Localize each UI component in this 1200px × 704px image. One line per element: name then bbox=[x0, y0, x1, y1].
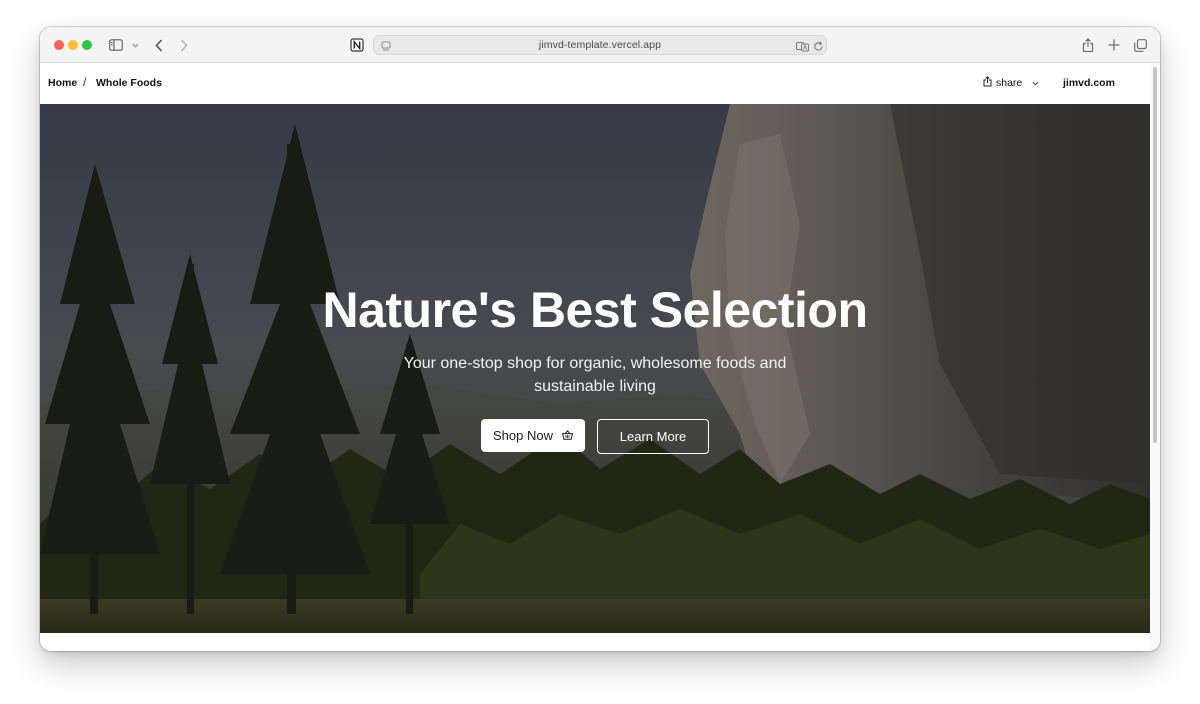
back-icon[interactable] bbox=[153, 36, 165, 54]
hero-subtitle: Your one-stop shop for organic, wholesom… bbox=[403, 355, 787, 395]
site-header: Home / Whole Foods share jimvd.com bbox=[40, 63, 1150, 104]
basket-icon bbox=[561, 428, 574, 443]
learn-more-button[interactable]: Learn More bbox=[597, 419, 709, 454]
breadcrumb-current-page[interactable]: Whole Foods bbox=[96, 77, 162, 89]
sidebar-icon[interactable] bbox=[108, 36, 124, 54]
page-scrollbar[interactable] bbox=[1150, 63, 1160, 651]
site-home-link[interactable]: jimvd.com bbox=[1063, 77, 1115, 89]
share-label: share bbox=[996, 77, 1023, 89]
page-viewport: Home / Whole Foods share jimvd.com Natur… bbox=[40, 63, 1160, 651]
breadcrumb-home[interactable]: Home bbox=[48, 77, 77, 89]
notion-icon[interactable] bbox=[349, 36, 365, 54]
chevron-down-icon bbox=[1032, 77, 1039, 89]
reload-icon[interactable] bbox=[813, 39, 824, 57]
shop-now-label: Shop Now bbox=[493, 428, 553, 443]
learn-more-label: Learn More bbox=[619, 429, 687, 444]
breadcrumb-separator: / bbox=[83, 75, 87, 89]
maximize-window-button[interactable] bbox=[82, 40, 92, 50]
minimize-window-button[interactable] bbox=[68, 40, 78, 50]
shop-now-button[interactable]: Shop Now bbox=[481, 419, 585, 452]
tabs-overview-icon[interactable] bbox=[1133, 36, 1147, 54]
new-tab-icon[interactable] bbox=[1107, 36, 1121, 54]
url-text: jimvd-template.vercel.app bbox=[538, 39, 662, 51]
scrollbar-thumb[interactable] bbox=[1153, 67, 1157, 443]
share-menu-button[interactable]: share bbox=[983, 76, 1039, 90]
close-window-button[interactable] bbox=[54, 40, 64, 50]
forward-icon[interactable] bbox=[178, 36, 190, 54]
hero-section: Nature's Best Selection Your one-stop sh… bbox=[40, 104, 1150, 633]
chevron-down-icon[interactable] bbox=[131, 36, 139, 54]
hero-title: Nature's Best Selection bbox=[322, 282, 868, 338]
browser-window: jimvd-template.vercel.app Home / Whole F… bbox=[40, 27, 1160, 651]
browser-toolbar: jimvd-template.vercel.app bbox=[40, 27, 1160, 63]
address-bar[interactable]: jimvd-template.vercel.app bbox=[373, 35, 827, 55]
translate-icon[interactable] bbox=[796, 39, 809, 57]
share-icon[interactable] bbox=[1081, 36, 1095, 54]
share-upload-icon bbox=[983, 76, 992, 90]
